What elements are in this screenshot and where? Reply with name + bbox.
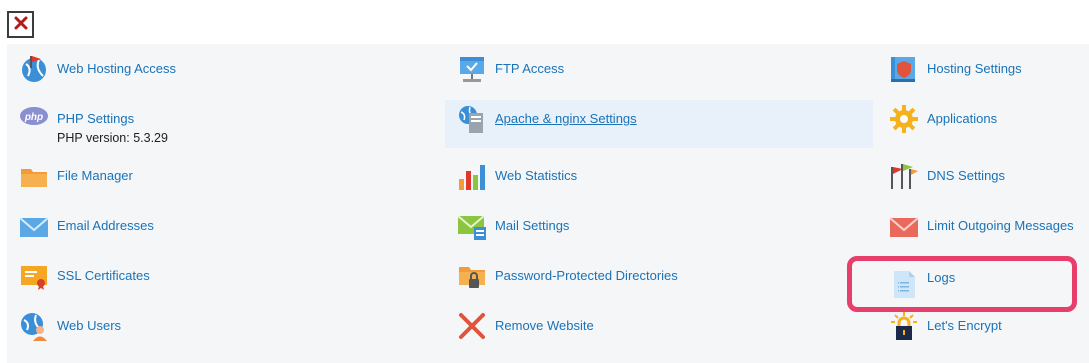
close-button[interactable] bbox=[7, 11, 34, 38]
tool-label[interactable]: PHP Settings bbox=[57, 111, 134, 126]
svg-text:php: php bbox=[24, 112, 43, 123]
tool-label[interactable]: SSL Certificates bbox=[57, 268, 150, 283]
tool-label[interactable]: Let's Encrypt bbox=[927, 318, 1002, 333]
tool-ftp-access[interactable]: FTP Access bbox=[445, 54, 873, 104]
tool-label[interactable]: FTP Access bbox=[495, 61, 564, 76]
tool-limit-outgoing-messages[interactable]: Limit Outgoing Messages bbox=[877, 211, 1089, 261]
tool-label[interactable]: Hosting Settings bbox=[927, 61, 1022, 76]
tool-label[interactable]: Password-Protected Directories bbox=[495, 268, 678, 283]
tool-ssl-certificates[interactable]: SSL Certificates bbox=[7, 261, 437, 311]
logs-highlight-box bbox=[847, 256, 1077, 312]
php-version-text: PHP version: 5.3.29 bbox=[57, 131, 168, 145]
tool-web-users[interactable]: Web Users bbox=[7, 311, 437, 361]
tool-label[interactable]: Limit Outgoing Messages bbox=[927, 218, 1074, 233]
tool-label[interactable]: Apache & nginx Settings bbox=[495, 111, 637, 126]
tool-label[interactable]: Applications bbox=[927, 111, 997, 126]
tool-dns-settings[interactable]: DNS Settings bbox=[877, 161, 1089, 211]
ftp-icon bbox=[457, 54, 487, 84]
mail-settings-icon bbox=[457, 211, 487, 241]
tool-apache-nginx-settings[interactable]: Apache & nginx Settings bbox=[445, 100, 873, 148]
tool-remove-website[interactable]: Remove Website bbox=[445, 311, 873, 361]
tool-label[interactable]: Mail Settings bbox=[495, 218, 569, 233]
server-icon bbox=[457, 104, 487, 134]
tool-label[interactable]: Web Users bbox=[57, 318, 121, 333]
close-icon bbox=[14, 16, 28, 33]
web-hosting-access-icon bbox=[19, 54, 49, 84]
tool-label[interactable]: DNS Settings bbox=[927, 168, 1005, 183]
tool-label[interactable]: Remove Website bbox=[495, 318, 594, 333]
dns-flags-icon bbox=[889, 161, 919, 191]
lets-encrypt-lock-icon bbox=[889, 311, 919, 341]
tool-hosting-settings[interactable]: Hosting Settings bbox=[877, 54, 1089, 104]
tool-lets-encrypt[interactable]: Let's Encrypt bbox=[877, 311, 1089, 361]
gear-icon bbox=[889, 104, 919, 134]
remove-icon bbox=[457, 311, 487, 341]
tool-applications[interactable]: Applications bbox=[877, 104, 1089, 154]
tool-password-protected-directories[interactable]: Password-Protected Directories bbox=[445, 261, 873, 311]
tool-web-hosting-access[interactable]: Web Hosting Access bbox=[7, 54, 437, 104]
tool-email-addresses[interactable]: Email Addresses bbox=[7, 211, 437, 261]
php-icon: php bbox=[19, 104, 49, 134]
website-tools-panel: Web Hosting Access php PHP Settings PHP … bbox=[7, 44, 1089, 363]
tool-web-statistics[interactable]: Web Statistics bbox=[445, 161, 873, 211]
bar-chart-icon bbox=[457, 161, 487, 191]
web-users-icon bbox=[19, 311, 49, 341]
tool-file-manager[interactable]: File Manager bbox=[7, 161, 437, 211]
limit-mail-icon bbox=[889, 211, 919, 241]
certificate-icon bbox=[19, 261, 49, 291]
tool-label[interactable]: Email Addresses bbox=[57, 218, 154, 233]
hosting-settings-icon bbox=[889, 54, 919, 84]
tool-label[interactable]: File Manager bbox=[57, 168, 133, 183]
tool-label[interactable]: Web Hosting Access bbox=[57, 61, 176, 76]
folder-icon bbox=[19, 161, 49, 191]
tool-mail-settings[interactable]: Mail Settings bbox=[445, 211, 873, 261]
envelope-icon bbox=[19, 211, 49, 241]
tool-label[interactable]: Web Statistics bbox=[495, 168, 577, 183]
tool-php-settings[interactable]: php PHP Settings PHP version: 5.3.29 bbox=[7, 104, 437, 154]
locked-folder-icon bbox=[457, 261, 487, 291]
